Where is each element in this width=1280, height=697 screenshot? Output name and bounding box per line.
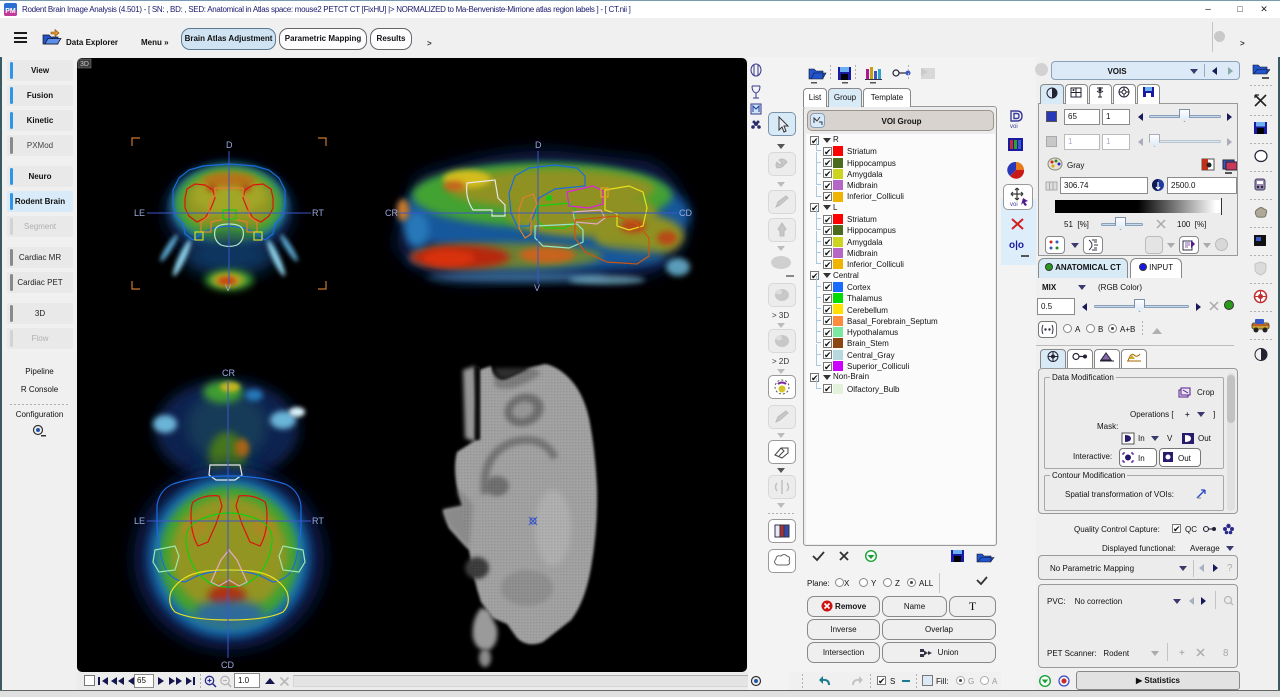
svg-text:CR: CR <box>385 208 398 218</box>
svg-text:voi: voi <box>1010 202 1018 208</box>
svg-text:V: V <box>225 283 231 293</box>
svg-text:LE: LE <box>134 516 145 526</box>
svg-text:CR: CR <box>222 368 235 378</box>
svg-text:CD: CD <box>679 208 692 218</box>
svg-text:RT: RT <box>312 208 324 218</box>
svg-text:RT: RT <box>312 516 324 526</box>
svg-text:CD: CD <box>221 660 234 670</box>
svg-text:voi: voi <box>1010 124 1018 129</box>
svg-text:D: D <box>535 140 542 150</box>
svg-text:LE: LE <box>134 208 145 218</box>
svg-text:3D: 3D <box>80 61 89 68</box>
svg-text:PM: PM <box>5 8 16 15</box>
svg-text:V: V <box>534 283 540 293</box>
svg-text:D: D <box>226 140 233 150</box>
